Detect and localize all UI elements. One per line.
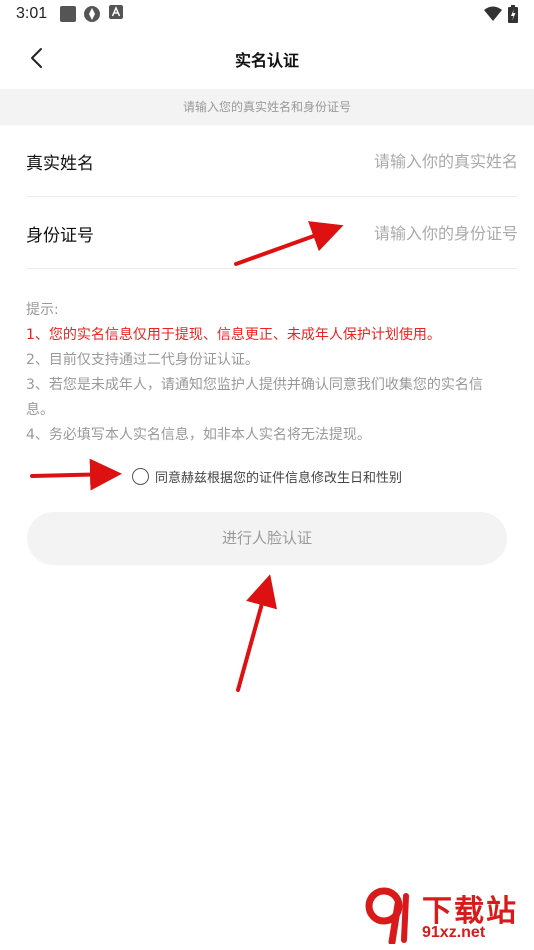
watermark-url: 91xz.net — [422, 924, 486, 941]
square-icon — [60, 6, 76, 22]
a-icon — [109, 5, 123, 19]
agreement-radio[interactable] — [132, 467, 149, 485]
media-icon — [84, 6, 100, 22]
hint-bar: 请输入您的真实姓名和身份证号 — [0, 89, 534, 125]
nav-bar: 实名认证 — [0, 28, 534, 88]
tip-item: 2、目前仅支持通过二代身份证认证。 — [26, 352, 259, 368]
tips: 提示: 1、您的实名信息仅用于提现、信息更正、未成年人保护计划使用。 2、目前仅… — [26, 298, 496, 448]
battery-icon — [508, 5, 518, 23]
agreement-text[interactable]: 同意赫兹根据您的证件信息修改生日和性别 — [155, 467, 402, 486]
watermark-logo-icon — [365, 887, 409, 944]
watermark: 下载站 91xz.net — [360, 880, 530, 948]
tip-item: 4、务必填写本人实名信息，如非本人实名将无法提现。 — [26, 427, 371, 443]
name-label: 真实姓名 — [26, 154, 94, 174]
tips-title: 提示: — [26, 302, 59, 318]
name-input[interactable] — [258, 145, 518, 177]
id-input[interactable] — [258, 217, 518, 249]
id-label: 身份证号 — [26, 226, 94, 246]
face-verify-button[interactable]: 进行人脸认证 — [27, 512, 507, 565]
status-time: 3:01 — [16, 5, 48, 22]
wifi-icon — [484, 6, 502, 21]
tip-item: 1、您的实名信息仅用于提现、信息更正、未成年人保护计划使用。 — [26, 327, 441, 343]
page-title: 实名认证 — [234, 51, 299, 70]
arrow-to-agreement — [30, 458, 122, 491]
status-bar: 3:01 — [0, 0, 534, 28]
tip-item: 3、若您是未成年人，请通知您监护人提供并确认同意我们收集您的实名信息。 — [26, 377, 483, 418]
arrow-to-face-button — [236, 574, 277, 692]
name-row: 真实姓名 — [26, 125, 518, 197]
agreement-row[interactable]: 同意赫兹根据您的证件信息修改生日和性别 — [132, 466, 402, 486]
id-row: 身份证号 — [26, 197, 518, 269]
